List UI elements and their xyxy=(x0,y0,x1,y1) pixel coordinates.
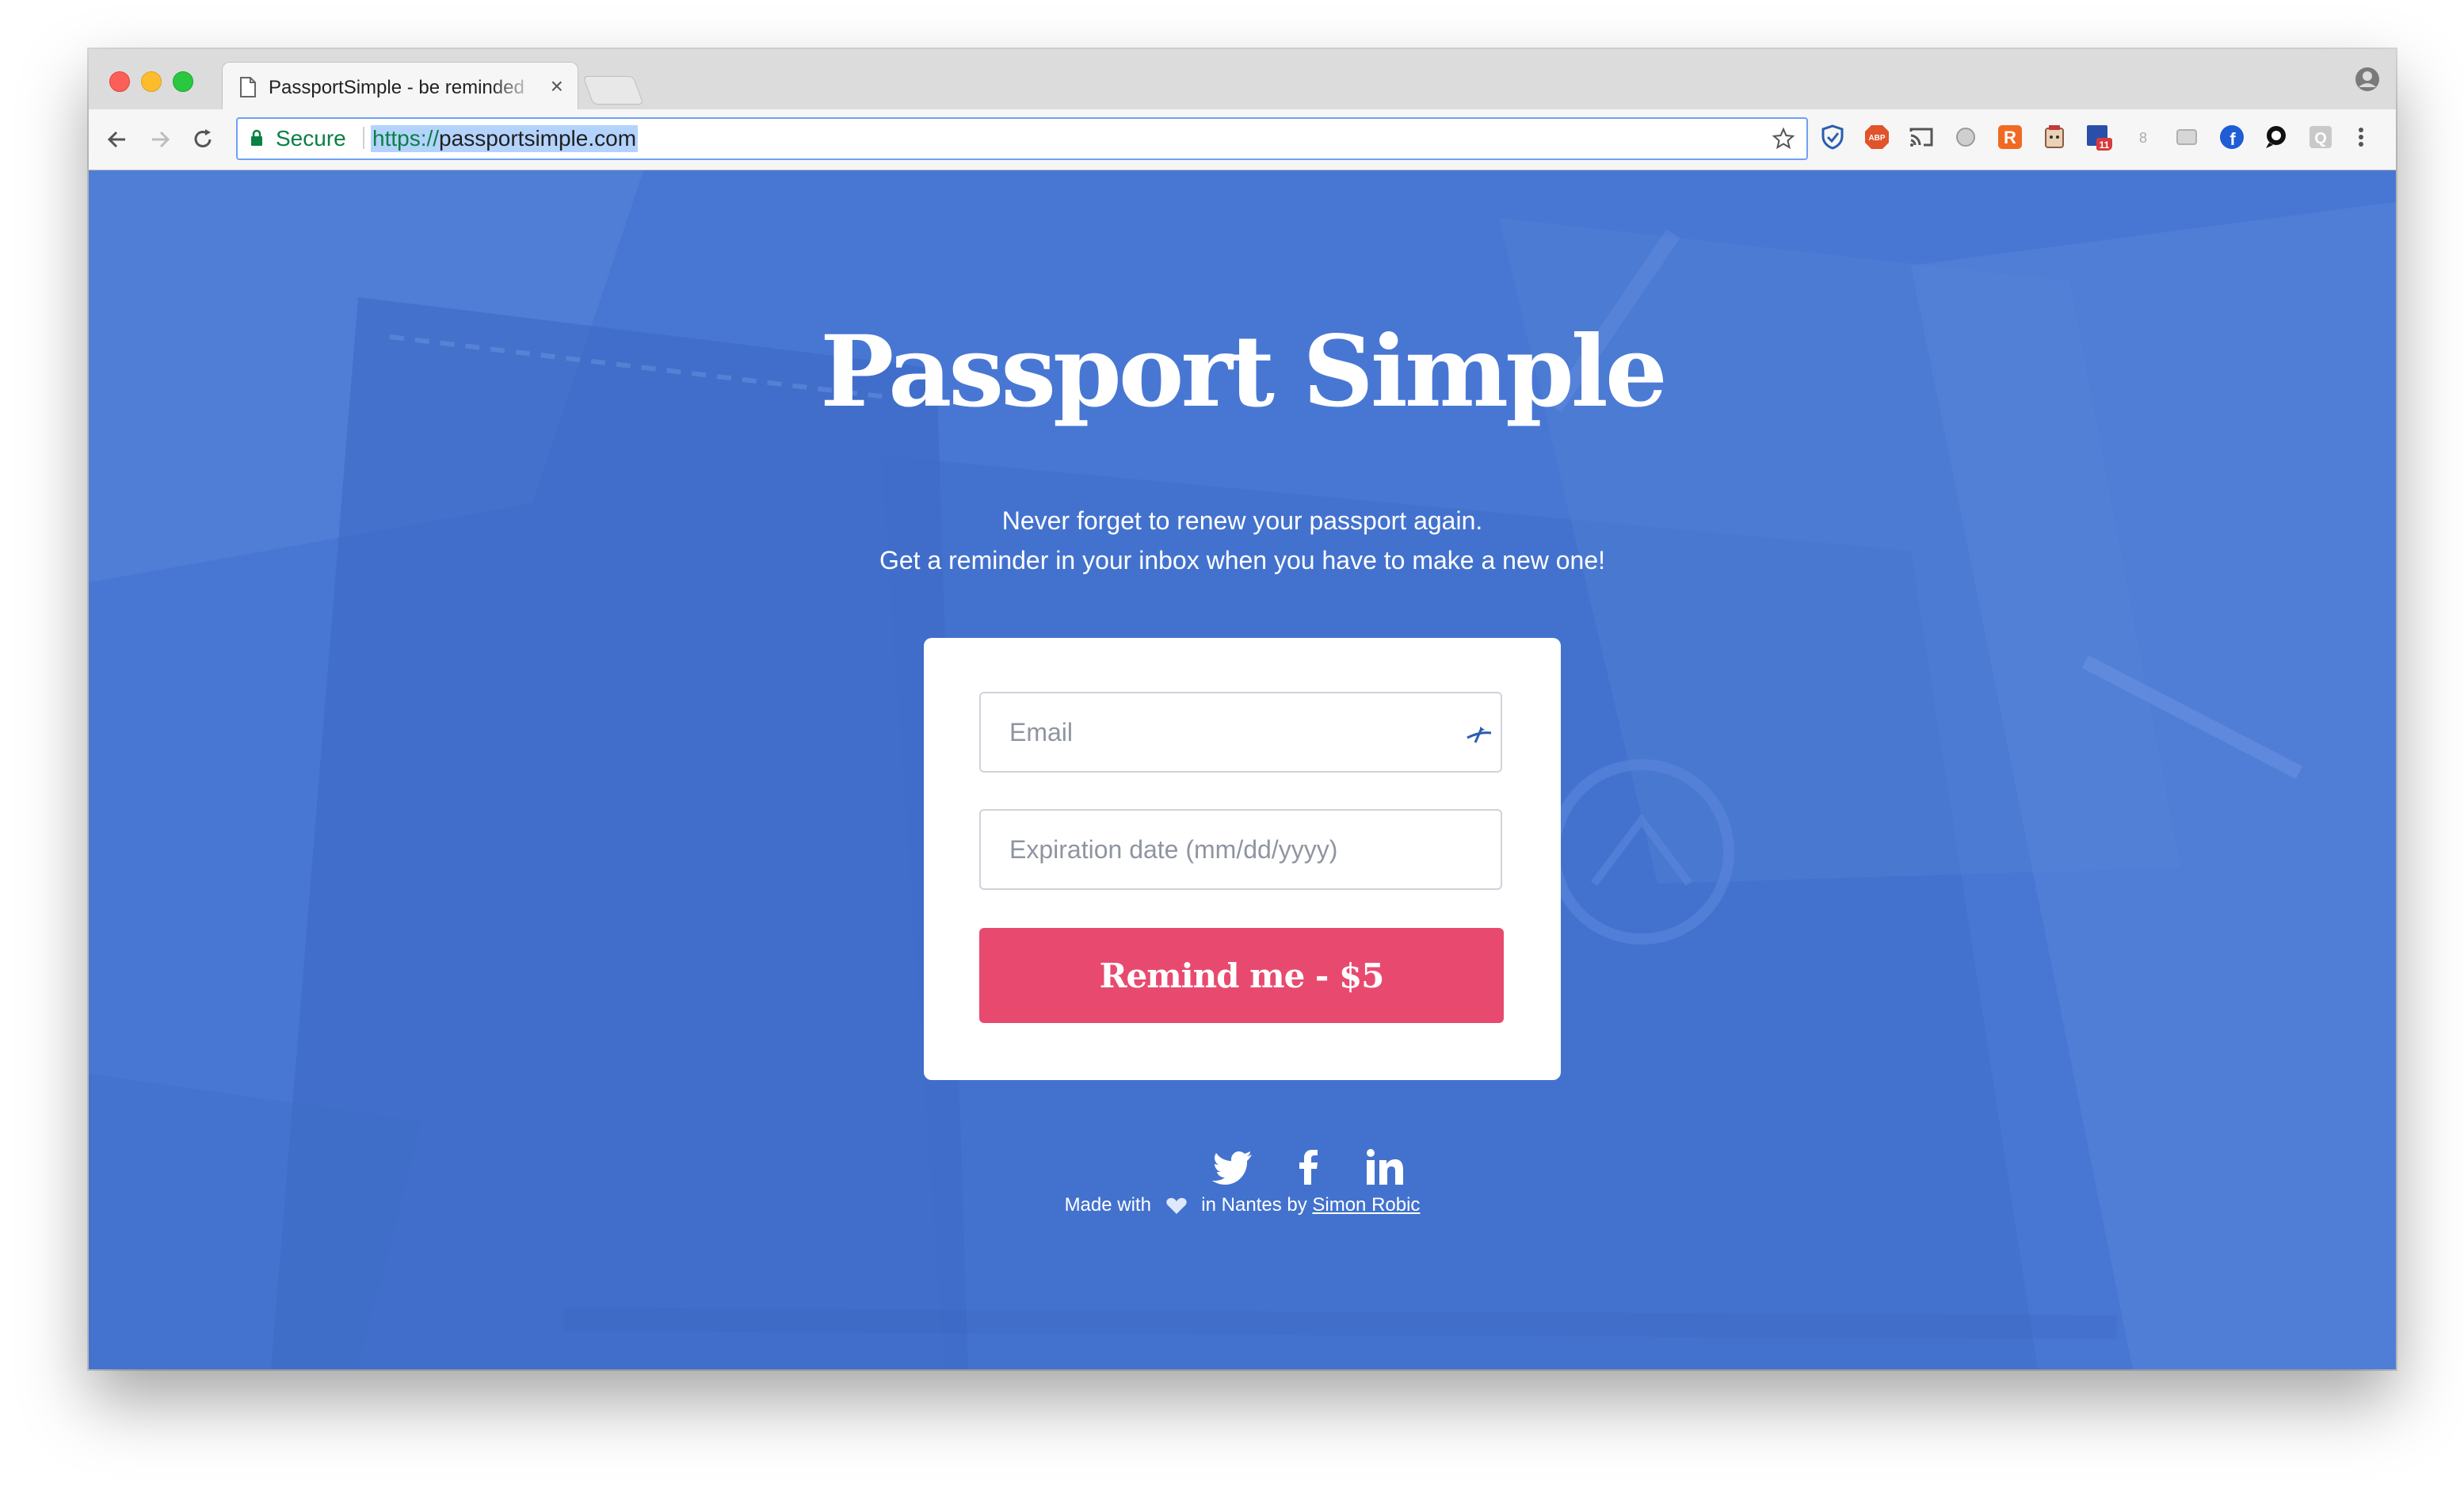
abp-text: ABP xyxy=(1868,134,1885,143)
url-host: passportsimple.com xyxy=(439,126,637,151)
author-link[interactable]: Simon Robic xyxy=(1312,1194,1420,1216)
reload-icon[interactable] xyxy=(189,125,217,154)
remind-me-button[interactable]: Remind me - $5 xyxy=(979,928,1504,1023)
count-icon[interactable]: 8 xyxy=(2130,124,2157,151)
tagline-line-2: Get a reminder in your inbox when you ha… xyxy=(879,546,1606,575)
page-content: Passport Simple Never forget to renew yo… xyxy=(89,170,2396,1369)
tab-close-icon[interactable]: × xyxy=(551,73,563,100)
heart-icon xyxy=(1165,1197,1187,1214)
email-field[interactable] xyxy=(979,692,1502,773)
bookmark-star-icon[interactable] xyxy=(1772,127,1795,151)
tab-title: PassportSimple - be reminded xyxy=(269,77,524,98)
document-icon xyxy=(240,77,256,97)
footer-made-with: Made with xyxy=(1064,1194,1151,1216)
tagline-line-1: Never forget to renew your passport agai… xyxy=(1001,506,1483,535)
tab-strip: PassportSimple - be reminded × xyxy=(89,49,2396,112)
q-extension-icon[interactable]: Q xyxy=(2307,124,2334,151)
more-vert-icon[interactable] xyxy=(2353,124,2369,151)
forward-arrow-icon[interactable] xyxy=(146,125,174,154)
close-window-button[interactable] xyxy=(109,71,130,92)
circle-icon[interactable] xyxy=(1952,124,1979,151)
browser-window: PassportSimple - be reminded × Secure ht… xyxy=(89,49,2396,1369)
address-bar[interactable]: Secure https://passportsimple.com xyxy=(236,117,1808,160)
badge-count: 11 xyxy=(2100,139,2110,151)
browser-tab[interactable]: PassportSimple - be reminded × xyxy=(222,62,578,112)
footer: Made with in Nantes by Simon Robic xyxy=(89,1189,2396,1221)
facebook-ext-text: f xyxy=(2229,129,2236,149)
omnibox-divider xyxy=(363,127,364,149)
footer-location: in Nantes by xyxy=(1201,1194,1307,1216)
page-title: Passport Simple xyxy=(820,315,1668,429)
face-extension-icon[interactable] xyxy=(2041,124,2068,151)
minimize-window-button[interactable] xyxy=(141,71,162,92)
q-text: Q xyxy=(2314,130,2327,147)
adblock-plus-icon[interactable]: ABP xyxy=(1863,124,1890,151)
browser-toolbar: Secure https://passportsimple.com ABP R xyxy=(89,109,2396,170)
count-text: 8 xyxy=(2139,130,2147,146)
lock-icon xyxy=(251,129,262,146)
zoom-window-button[interactable] xyxy=(173,71,193,92)
autofill-icon[interactable] xyxy=(1464,722,1494,746)
facebook-ext-icon[interactable]: f xyxy=(2218,124,2245,151)
signup-card: Remind me - $5 xyxy=(924,638,1561,1080)
cast-icon[interactable] xyxy=(1908,124,1935,151)
r-extension-icon[interactable]: R xyxy=(1997,124,2023,151)
calendar-badge-icon[interactable]: 11 xyxy=(2085,124,2112,151)
linkedin-icon[interactable] xyxy=(1363,1145,1407,1189)
secure-label: Secure xyxy=(276,126,346,151)
r-text: R xyxy=(2004,128,2016,147)
back-arrow-icon[interactable] xyxy=(103,125,132,154)
expiration-date-field[interactable] xyxy=(979,809,1502,890)
screen-icon[interactable] xyxy=(2174,124,2201,151)
profile-icon[interactable] xyxy=(2355,67,2380,92)
url-scheme: https:// xyxy=(372,126,440,151)
speech-icon[interactable] xyxy=(2263,124,2290,151)
shield-check-icon[interactable] xyxy=(1819,124,1846,151)
new-tab-button[interactable] xyxy=(582,76,644,105)
url-text[interactable]: https://passportsimple.com xyxy=(371,125,639,152)
twitter-icon[interactable] xyxy=(1211,1145,1255,1189)
facebook-icon[interactable] xyxy=(1287,1145,1331,1189)
